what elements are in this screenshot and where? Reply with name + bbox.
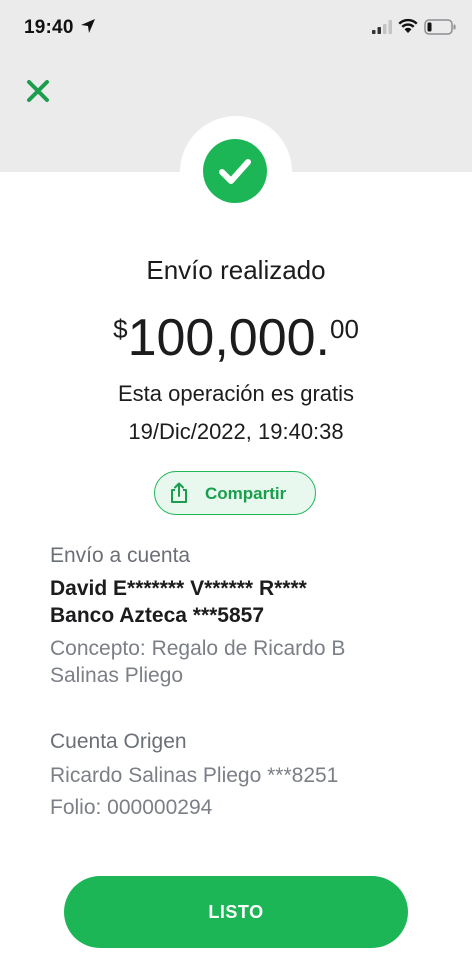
share-icon [171,482,187,503]
battery-icon [424,19,456,35]
close-icon[interactable] [24,77,52,105]
currency-symbol: $ [113,314,128,344]
amount-cents: 00 [329,314,359,344]
origin-label: Cuenta Origen [50,730,187,753]
location-arrow-icon [81,19,95,33]
destination-label: Envío a cuenta [50,544,191,567]
origin-account: Ricardo Salinas Pliego ***8251 [50,764,339,787]
status-time: 19:40 [24,17,74,38]
amount-whole: 100,000. [127,309,330,367]
transfer-amount: $100,000.00 [0,306,472,370]
wifi-icon [398,18,418,33]
status-bar: 19:40 [0,0,472,56]
success-badge [203,139,267,203]
page-title: Envío realizado [146,255,326,285]
destination-name: David E******* V****** R**** [50,577,307,600]
fee-note: Esta operación es gratis [117,381,355,406]
transaction-datetime: 19/Dic/2022, 19:40:38 [128,419,344,444]
destination-bank: Banco Azteca ***5857 [50,604,264,627]
checkmark-icon [219,159,251,184]
share-button[interactable]: Compartir [154,471,316,515]
transfer-concept: Concepto: Regalo de Ricardo B Salinas Pl… [50,637,346,687]
done-button[interactable]: LISTO [64,876,408,948]
folio-number: Folio: 000000294 [50,796,213,819]
share-button-label: Compartir [205,484,287,503]
receipt-card [0,172,472,972]
cellular-signal-icon [372,20,392,34]
done-button-label: LISTO [208,902,264,922]
